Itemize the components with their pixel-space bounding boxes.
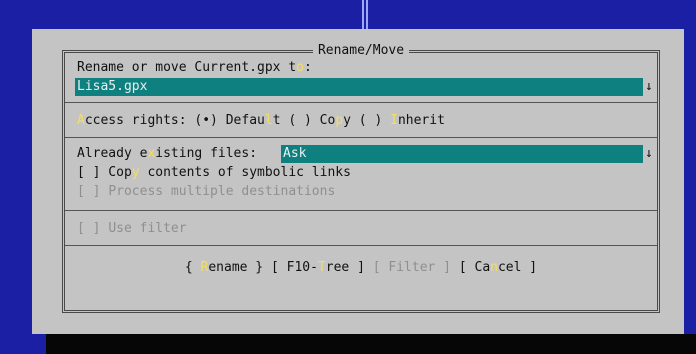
separator	[65, 102, 657, 103]
use-filter-checkbox: [ ] Use filter	[77, 221, 187, 236]
radio-copy[interactable]: ( ) Copy	[288, 113, 351, 128]
separator	[65, 210, 657, 211]
multiple-destinations-checkbox: [ ] Process multiple destinations	[77, 184, 336, 199]
existing-files-label: Already existing files:	[77, 146, 258, 161]
copy-symlinks-checkbox[interactable]: [ ] Copy contents of symbolic links	[77, 164, 351, 182]
cancel-button[interactable]: [ Cancel ]	[459, 260, 537, 275]
dialog-frame: Rename/Move Rename or move Current.gpx t…	[62, 43, 660, 313]
dialog-title: Rename/Move	[65, 43, 657, 59]
separator	[65, 137, 657, 138]
desktop-background-bottom	[0, 334, 46, 354]
existing-files-arrow-icon[interactable]: ↓	[645, 145, 653, 163]
target-filename-input[interactable]: Lisa5.gpx	[75, 78, 643, 96]
separator	[65, 245, 657, 246]
rename-button[interactable]: { Rename }	[185, 260, 263, 275]
tree-button[interactable]: [ F10-Tree ]	[271, 260, 365, 275]
filter-button: [ Filter ]	[372, 260, 452, 275]
radio-inherit[interactable]: ( ) Inherit	[359, 113, 445, 128]
desktop-background	[0, 0, 358, 29]
button-bar: { Rename } [ F10-Tree ] [ Filter ] [ Can…	[65, 259, 657, 277]
access-rights-group: Access rights: (•) Default ( ) Copy ( ) …	[77, 113, 445, 128]
dialog-shadow	[0, 334, 696, 354]
existing-files-select[interactable]: Ask	[281, 145, 643, 163]
target-history-arrow-icon[interactable]: ↓	[645, 78, 653, 96]
radio-default[interactable]: (•) Default	[194, 113, 280, 128]
rename-prompt: Rename or move Current.gpx to:	[77, 60, 312, 75]
rename-move-dialog: Rename/Move Rename or move Current.gpx t…	[32, 29, 684, 334]
